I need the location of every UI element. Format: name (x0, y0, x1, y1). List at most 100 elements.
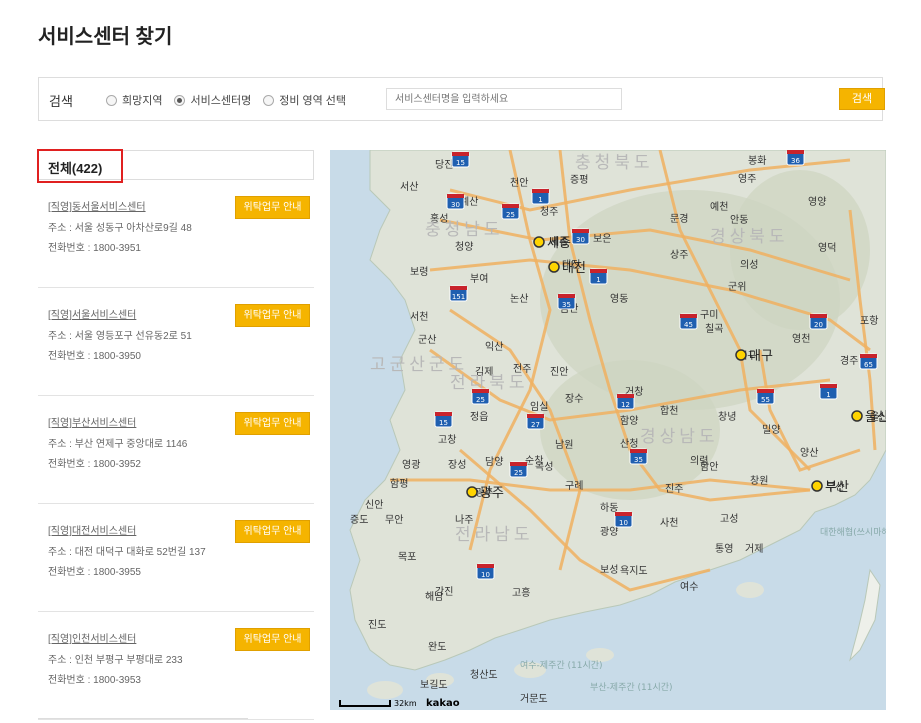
map-label: 경상북도 (710, 227, 789, 247)
map-label: 영광 (402, 459, 420, 471)
search-type-radio-group: 희망지역 서비스센터명 정비 영역 선택 (106, 92, 358, 108)
map-label: 논산 (510, 293, 528, 305)
map-label: 영동 (610, 293, 628, 305)
center-name-link[interactable]: [직영]대전서비스센터 (48, 522, 136, 537)
highway-shield-top (532, 189, 549, 193)
map-label: 문경 (670, 212, 688, 225)
map-label: 고성 (720, 513, 738, 525)
search-label: 검색 (49, 94, 73, 109)
map-label: 전라남도 (455, 525, 534, 545)
highway-shield-top (810, 314, 827, 318)
radio-service-area-circle[interactable] (263, 94, 275, 106)
map-label: 고흥 (512, 586, 530, 599)
map-label: 대한해협(쓰시마해협) (820, 526, 886, 538)
highway-shield-label: 45 (684, 321, 693, 329)
map-label: 영양 (808, 196, 826, 208)
map-label: 충청북도 (575, 153, 654, 173)
highway-shield-top (450, 286, 467, 290)
map-label: 목포 (398, 551, 416, 563)
radio-service-area[interactable]: 정비 영역 선택 (263, 92, 346, 108)
consignment-info-button[interactable]: 위탁업무 안내 (235, 412, 310, 435)
map-label: 부산-제주간 (11시간) (590, 682, 673, 693)
highway-shield-top (787, 150, 804, 154)
map-label: 증도 (350, 514, 368, 526)
highway-shield-label: 1 (826, 391, 830, 399)
map-label: 예천 (710, 201, 728, 213)
map-label: 신안 (365, 499, 383, 511)
map-label: 영주 (738, 173, 756, 185)
center-name-link[interactable]: [직영]동서울서비스센터 (48, 198, 146, 213)
map-label: 보령 (410, 266, 428, 278)
center-address: 주소 : 부산 연제구 중앙대로 1146 (48, 439, 188, 450)
center-name-link[interactable]: [직영]부산서비스센터 (48, 414, 136, 429)
map-label: 광양 (600, 526, 618, 538)
map-label: 익산 (485, 341, 503, 353)
map-label: 산청 (620, 438, 638, 450)
map-label: 강진 (435, 586, 453, 598)
result-list-header: 전체(422) (37, 149, 314, 183)
city-marker-icon (735, 349, 747, 361)
search-button[interactable]: 검색 (839, 88, 885, 110)
list-item: [직영]서울서비스센터 주소 : 서울 영등포구 선유동2로 51 전화번호 :… (38, 288, 314, 396)
highway-shield-label: 15 (456, 159, 465, 167)
consignment-info-button[interactable]: 위탁업무 안내 (235, 520, 310, 543)
map-label: 당진 (435, 159, 453, 171)
center-name-link[interactable]: [직영]인천서비스센터 (48, 630, 136, 645)
highway-shield-label: 25 (514, 469, 523, 477)
consignment-info-button[interactable]: 위탁업무 안내 (235, 628, 310, 651)
center-address: 주소 : 인천 부평구 부평대로 233 (48, 655, 183, 666)
highway-shield-label: 25 (476, 396, 485, 404)
highway-shield-top (435, 412, 452, 416)
center-phone: 전화번호 : 1800-3953 (48, 675, 141, 686)
service-center-list: [직영]동서울서비스센터 주소 : 서울 성동구 아차산로9길 48 전화번호 … (38, 180, 314, 720)
radio-center-name-label: 서비스센터명 (190, 95, 252, 107)
map-label: 거제 (745, 543, 763, 555)
highway-shield-top (472, 389, 489, 393)
highway-shield-top (558, 294, 575, 298)
map-label: 함평 (390, 478, 408, 490)
radio-center-name-circle[interactable] (174, 94, 186, 106)
highway-shield-top (452, 152, 469, 156)
list-item: [직영]대전서비스센터 주소 : 대전 대덕구 대화로 52번길 137 전화번… (38, 504, 314, 612)
map-label: 거문도 (520, 693, 548, 705)
city-marker-icon (466, 486, 478, 498)
center-name-link[interactable]: [직영]서울서비스센터 (48, 306, 136, 321)
map-label: 구미 (700, 309, 718, 321)
highway-shield-top (820, 384, 837, 388)
map-label: 진주 (665, 483, 683, 495)
radio-region-circle[interactable] (106, 94, 117, 106)
city-marker-label: 세종 (547, 236, 571, 251)
city-marker-icon (533, 236, 545, 248)
map-label: 영천 (792, 333, 810, 345)
list-item: [직영]동서울서비스센터 주소 : 서울 성동구 아차산로9길 48 전화번호 … (38, 180, 314, 288)
search-input[interactable] (386, 88, 622, 110)
map-label: 정읍 (470, 411, 488, 423)
highway-shield-label: 65 (864, 361, 873, 369)
map-label: 담양 (485, 456, 503, 468)
map-label: 청양 (455, 241, 473, 253)
map-view[interactable]: 당진 천안 충청북도 봉화 영주 서산 예산 증평 영양 홍성 충청남도 청주 문경 예천 안동 청양 세종 보은… (330, 150, 886, 710)
center-address: 주소 : 서울 영등포구 선유동2로 51 (48, 331, 192, 342)
island (736, 582, 764, 598)
map-label: 무안 (385, 514, 403, 526)
city-marker-icon (851, 410, 863, 422)
radio-center-name[interactable]: 서비스센터명 (174, 92, 251, 108)
consignment-info-button[interactable]: 위탁업무 안내 (235, 304, 310, 327)
highway-shield-top (572, 229, 589, 233)
highway-shield-top (617, 394, 634, 398)
map-label: 보성 (600, 564, 618, 576)
map-label: 서천 (410, 311, 428, 323)
map-label: 고군산군도 (370, 355, 468, 375)
center-phone: 전화번호 : 1800-3952 (48, 459, 141, 470)
highway-shield-label: 25 (506, 211, 515, 219)
radio-region[interactable]: 희망지역 (106, 92, 162, 108)
map-label: 부여 (470, 273, 488, 285)
map-label: 완도 (428, 641, 446, 653)
map-canvas[interactable]: 당진천안충청북도 봉화영주서산예산증평영양홍성충청남도청주문경예천안동청양 세종 보은… (330, 150, 886, 710)
city-marker-icon (811, 480, 823, 492)
map-label: 여수 (680, 581, 698, 593)
list-bottom-divider (38, 718, 248, 719)
city-marker-label: 광주 (480, 486, 504, 501)
consignment-info-button[interactable]: 위탁업무 안내 (235, 196, 310, 219)
map-brand-logo: kakao (426, 698, 460, 709)
